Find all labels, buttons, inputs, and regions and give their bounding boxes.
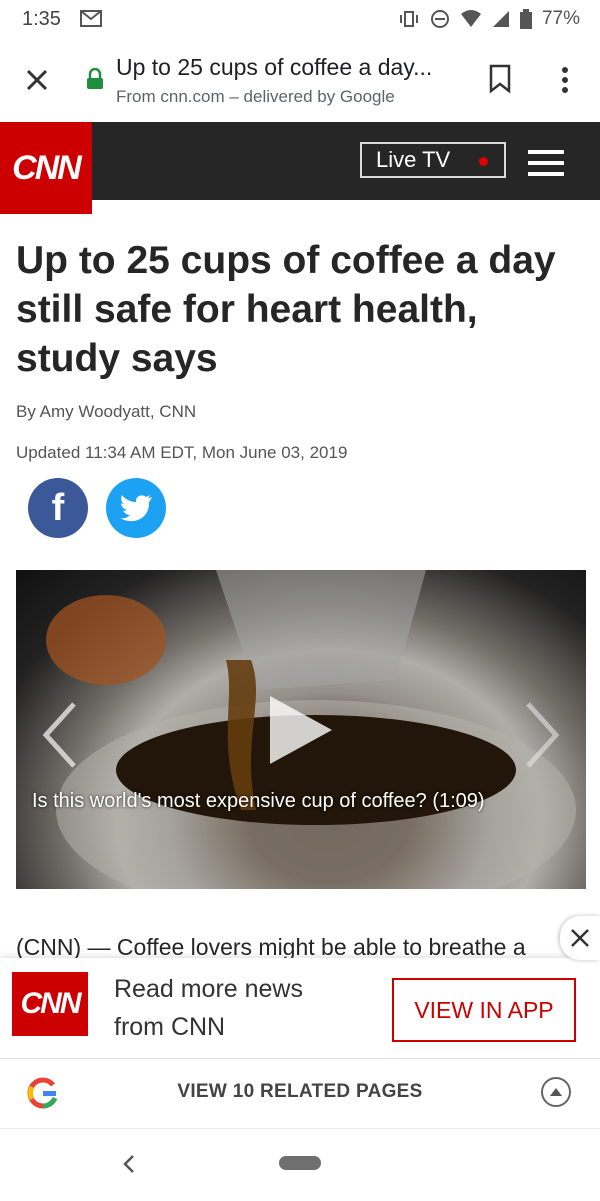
cnn-logo[interactable]: CNN [0,122,92,214]
battery-percent: 77% [541,8,580,29]
previous-video-icon[interactable] [40,700,80,770]
signal-icon [492,11,509,27]
amp-page-title: Up to 25 cups of coffee a day... [116,54,433,80]
vibrate-icon [399,11,418,27]
promo-logo-text: CNN [20,987,82,1020]
article-byline: By Amy Woodyatt, CNN [16,402,197,421]
close-icon [571,929,589,947]
video-caption: Is this world's most expensive cup of co… [32,790,485,812]
triangle-up-icon [550,1088,562,1096]
article-timestamp: Updated 11:34 AM EDT, Mon June 03, 2019 [16,443,348,462]
facebook-icon: f [51,486,65,529]
cnn-logo-text: CNN [12,148,82,187]
article-headline: Up to 25 cups of coffee a day still safe… [16,239,556,380]
more-options-icon[interactable] [560,66,570,94]
status-icons: 77% [398,8,580,30]
promo-text: Read more news from CNN [114,975,303,1041]
bookmark-icon[interactable] [488,64,512,94]
promo-close-button[interactable] [560,916,600,960]
status-time: 1:35 [22,8,61,30]
amp-source: From cnn.com – delivered by Google [116,87,395,106]
wifi-icon [460,10,481,27]
facebook-share-button[interactable]: f [28,478,88,538]
home-pill[interactable] [279,1156,321,1170]
expand-related-button[interactable] [541,1077,571,1107]
do-not-disturb-icon [430,10,449,28]
live-tv-label: Live TV [376,147,451,172]
view-in-app-button[interactable]: VIEW IN APP [392,978,576,1042]
article-body-text: (CNN) — Coffee lovers might be able to b… [16,934,526,960]
video-player[interactable] [16,570,586,889]
lock-icon [87,68,103,89]
related-pages-label: VIEW 10 RELATED PAGES [177,1081,423,1102]
promo-cnn-logo: CNN [12,972,88,1036]
play-icon[interactable] [266,692,336,768]
twitter-share-button[interactable] [106,478,166,538]
live-tv-button[interactable]: Live TV [360,142,506,178]
gmail-notification-icon [80,10,102,27]
live-indicator-dot [479,157,488,166]
close-icon[interactable] [25,68,49,92]
back-nav-icon[interactable] [122,1154,136,1174]
battery-icon [519,9,532,29]
menu-icon[interactable] [528,150,564,176]
twitter-icon [120,495,152,522]
next-video-icon[interactable] [522,700,562,770]
